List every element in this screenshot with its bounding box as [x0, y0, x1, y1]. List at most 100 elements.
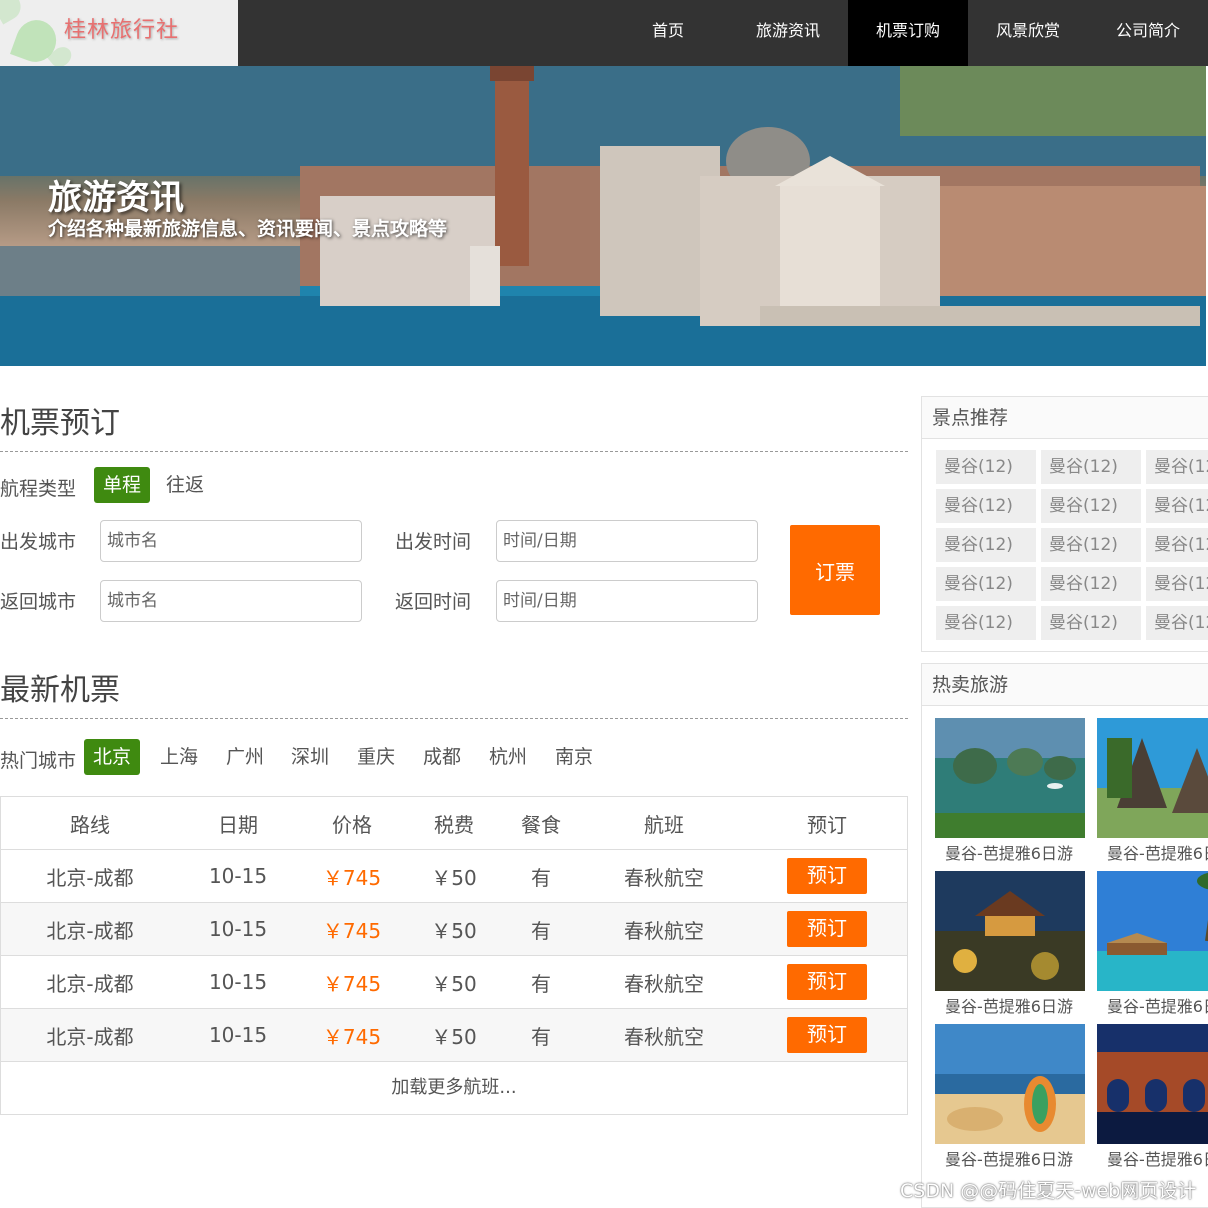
cell-tax: ￥50 — [431, 971, 477, 996]
hot-cities-label: 热门城市 — [0, 750, 77, 772]
city-tab-chongqing[interactable]: 重庆 — [348, 739, 404, 775]
spots-title: 景点推荐 — [922, 397, 1208, 439]
table-row: 北京-成都 10-15 ￥745 ￥50 有 春秋航空 预订 — [1, 903, 907, 956]
tour-image — [1097, 1024, 1208, 1144]
order-button[interactable]: 预订 — [787, 858, 867, 894]
spot-tag[interactable]: 曼谷(12) — [936, 567, 1036, 601]
cell-tax: ￥50 — [431, 1024, 477, 1049]
leaf-decoration — [0, 0, 26, 25]
spot-tag[interactable]: 曼谷(12) — [936, 606, 1036, 640]
cell-date: 10-15 — [208, 864, 268, 888]
col-header-airline: 航班 — [644, 812, 684, 837]
cell-action: 预订 — [747, 858, 907, 894]
cell-action: 预订 — [747, 911, 907, 947]
col-header-date: 日期 — [218, 812, 258, 837]
hot-tours-box: 热卖旅游 曼谷-芭提雅6日游 曼谷-芭提雅6日游 曼谷-芭提雅6日游 曼谷-芭提… — [921, 663, 1208, 1208]
return-city-input[interactable] — [100, 580, 362, 622]
spots-recommend-box: 景点推荐 曼谷(12) 曼谷(12) 曼谷(12) 曼谷(12) 曼谷(12) … — [921, 396, 1208, 652]
tour-card[interactable]: 曼谷-芭提雅6日游 — [1097, 871, 1208, 1023]
cell-tax: ￥50 — [431, 918, 477, 943]
tour-card[interactable]: 曼谷-芭提雅6日游 — [1097, 718, 1208, 870]
return-city-label: 返回城市 — [0, 591, 77, 613]
main-nav: 首页 旅游资讯 机票订购 风景欣赏 公司简介 — [608, 0, 1208, 66]
flights-table: 路线 日期 价格 税费 餐食 航班 预订 北京-成都 10-15 ￥745 ￥5… — [0, 796, 908, 1115]
tour-card[interactable]: 曼谷-芭提雅6日游 — [935, 1024, 1087, 1176]
cell-date: 10-15 — [208, 917, 268, 941]
city-tab-chengdu[interactable]: 成都 — [414, 739, 470, 775]
load-more-flights[interactable]: 加载更多航班... — [1, 1062, 907, 1114]
city-tab-shanghai[interactable]: 上海 — [151, 739, 207, 775]
spot-tag[interactable]: 曼谷(12) — [1146, 450, 1208, 484]
booking-section-title: 机票预订 — [0, 406, 120, 441]
cell-price: ￥745 — [322, 865, 382, 890]
cell-tax: ￥50 — [431, 865, 477, 890]
banner-subtitle: 介绍各种最新旅游信息、资讯要闻、景点攻略等 — [48, 218, 448, 240]
tour-image — [935, 718, 1085, 838]
city-tab-nanjing[interactable]: 南京 — [546, 739, 602, 775]
site-logo[interactable]: 桂林旅行社 — [0, 0, 238, 66]
tour-caption: 曼谷-芭提雅6日游 — [945, 997, 1073, 1016]
depart-time-label: 出发时间 — [395, 531, 472, 553]
table-header-row: 路线 日期 价格 税费 餐食 航班 预订 — [1, 797, 907, 850]
cell-route: 北京-成都 — [46, 1024, 134, 1049]
cell-date: 10-15 — [208, 970, 268, 994]
trip-type-round-trip[interactable]: 往返 — [157, 467, 213, 503]
tour-caption: 曼谷-芭提雅6日游 — [945, 844, 1073, 863]
book-ticket-button[interactable]: 订票 — [790, 525, 880, 615]
depart-city-input[interactable] — [100, 520, 362, 562]
trip-type-one-way[interactable]: 单程 — [94, 467, 151, 503]
return-time-input[interactable] — [496, 580, 758, 622]
latest-tickets-title: 最新机票 — [0, 673, 120, 708]
spot-tag[interactable]: 曼谷(12) — [936, 489, 1036, 523]
spot-tag[interactable]: 曼谷(12) — [1146, 489, 1208, 523]
nav-item-scenery[interactable]: 风景欣赏 — [968, 0, 1088, 66]
col-header-tax: 税费 — [434, 812, 474, 837]
nav-item-about[interactable]: 公司简介 — [1088, 0, 1208, 66]
spot-tag[interactable]: 曼谷(12) — [936, 450, 1036, 484]
tour-image — [935, 1024, 1085, 1144]
cell-price: ￥745 — [322, 971, 382, 996]
spot-tag[interactable]: 曼谷(12) — [1146, 567, 1208, 601]
nav-item-home[interactable]: 首页 — [608, 0, 728, 66]
order-button[interactable]: 预订 — [787, 964, 867, 1000]
spot-tag[interactable]: 曼谷(12) — [1146, 606, 1208, 640]
banner-title: 旅游资讯 — [48, 178, 184, 218]
spot-tag[interactable]: 曼谷(12) — [1041, 450, 1141, 484]
tour-caption: 曼谷-芭提雅6日游 — [1107, 1150, 1208, 1169]
city-tab-shenzhen[interactable]: 深圳 — [282, 739, 338, 775]
tour-caption: 曼谷-芭提雅6日游 — [1107, 997, 1208, 1016]
spot-tag[interactable]: 曼谷(12) — [1041, 528, 1141, 562]
cell-price: ￥745 — [322, 918, 382, 943]
tour-caption: 曼谷-芭提雅6日游 — [1107, 844, 1208, 863]
col-header-booking: 预订 — [807, 812, 847, 837]
spot-tag[interactable]: 曼谷(12) — [1041, 567, 1141, 601]
tour-card[interactable]: 曼谷-芭提雅6日游 — [1097, 1024, 1208, 1176]
cell-airline: 春秋航空 — [624, 971, 704, 996]
col-header-price: 价格 — [332, 812, 372, 837]
cell-action: 预订 — [747, 1017, 907, 1053]
order-button[interactable]: 预订 — [787, 1017, 867, 1053]
table-row: 北京-成都 10-15 ￥745 ￥50 有 春秋航空 预订 — [1, 850, 907, 903]
divider — [0, 718, 908, 719]
order-button[interactable]: 预订 — [787, 911, 867, 947]
nav-item-ticket-booking[interactable]: 机票订购 — [848, 0, 968, 66]
cell-meal: 有 — [531, 971, 551, 996]
cell-route: 北京-成都 — [46, 918, 134, 943]
city-tab-guangzhou[interactable]: 广州 — [217, 739, 273, 775]
cell-action: 预订 — [747, 964, 907, 1000]
spot-tag[interactable]: 曼谷(12) — [1146, 528, 1208, 562]
site-header: 桂林旅行社 首页 旅游资讯 机票订购 风景欣赏 公司简介 — [0, 0, 1208, 66]
depart-city-label: 出发城市 — [0, 531, 77, 553]
city-tab-hangzhou[interactable]: 杭州 — [480, 739, 536, 775]
hero-banner: 旅游资讯 介绍各种最新旅游信息、资讯要闻、景点攻略等 — [0, 66, 1206, 366]
cell-route: 北京-成都 — [46, 865, 134, 890]
spot-tag[interactable]: 曼谷(12) — [1041, 606, 1141, 640]
depart-time-input[interactable] — [496, 520, 758, 562]
city-tab-beijing[interactable]: 北京 — [84, 739, 141, 775]
tour-card[interactable]: 曼谷-芭提雅6日游 — [935, 718, 1087, 870]
spot-tag[interactable]: 曼谷(12) — [1041, 489, 1141, 523]
spot-tag[interactable]: 曼谷(12) — [936, 528, 1036, 562]
tour-card[interactable]: 曼谷-芭提雅6日游 — [935, 871, 1087, 1023]
cell-meal: 有 — [531, 1024, 551, 1049]
nav-item-travel-news[interactable]: 旅游资讯 — [728, 0, 848, 66]
